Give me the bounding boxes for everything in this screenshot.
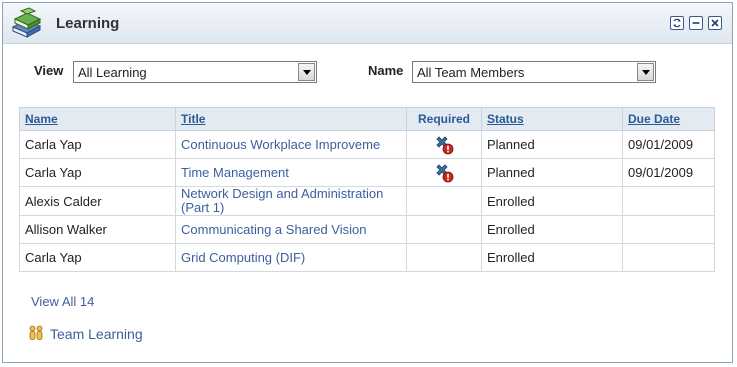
minimize-icon[interactable] (689, 16, 703, 30)
table-row: Carla Yap Time Management Planned 09/01/200… (19, 158, 715, 187)
cell-due-date (622, 243, 715, 272)
course-title-link[interactable]: Time Management (175, 158, 407, 187)
sort-by-name-link[interactable]: Name (25, 112, 58, 126)
view-label: View (34, 63, 64, 78)
course-title-link[interactable]: Continuous Workplace Improveme (175, 130, 407, 159)
cell-name: Allison Walker (19, 215, 176, 244)
cell-required (406, 130, 482, 159)
chevron-down-icon[interactable] (298, 63, 315, 81)
cell-required (406, 186, 482, 216)
table-header-row: Name Title Required Status Due Date (19, 107, 715, 131)
table-row: Allison Walker Communicating a Shared Vis… (19, 215, 715, 244)
column-header-title[interactable]: Title (175, 107, 407, 131)
required-icon (436, 135, 454, 154)
cell-name: Carla Yap (19, 130, 176, 159)
pagelet-title: Learning (56, 15, 120, 32)
filter-bar: View All Learning Name All Team Members (3, 61, 732, 87)
cell-name: Carla Yap (19, 243, 176, 272)
cell-status: Planned (481, 130, 623, 159)
sort-by-due-date-link[interactable]: Due Date (628, 112, 680, 126)
sort-by-title-link[interactable]: Title (181, 112, 205, 126)
cell-name: Alexis Calder (19, 186, 176, 216)
cell-due-date: 09/01/2009 (622, 130, 715, 159)
cell-status: Enrolled (481, 186, 623, 216)
view-all-link[interactable]: View All 14 (31, 294, 94, 309)
cell-required (406, 243, 482, 272)
table-row: Carla Yap Grid Computing (DIF) Enrolled (19, 243, 715, 272)
cell-due-date (622, 215, 715, 244)
team-learning-link[interactable]: Team Learning (28, 325, 143, 343)
header-buttons (670, 16, 722, 30)
team-icon (29, 325, 43, 340)
close-icon[interactable] (708, 16, 722, 30)
name-label: Name (368, 63, 404, 78)
cell-required (406, 158, 482, 187)
cell-status: Planned (481, 158, 623, 187)
course-title-link[interactable]: Grid Computing (DIF) (175, 243, 407, 272)
chevron-down-icon[interactable] (637, 63, 654, 81)
table-row: Alexis Calder Network Design and Administ… (19, 186, 715, 216)
course-title-link[interactable]: Communicating a Shared Vision (175, 215, 407, 244)
learning-pagelet: Learning View All Learning Name All Team… (2, 2, 733, 363)
view-select-value: All Learning (78, 65, 147, 80)
name-select[interactable]: All Team Members (412, 61, 656, 83)
name-select-value: All Team Members (417, 65, 525, 80)
view-select[interactable]: All Learning (73, 61, 317, 83)
books-icon (11, 7, 42, 38)
cell-required (406, 215, 482, 244)
course-title-link[interactable]: Network Design and Administration (Part … (175, 186, 407, 216)
refresh-icon[interactable] (670, 16, 684, 30)
table-row: Carla Yap Continuous Workplace Improveme P… (19, 130, 715, 159)
cell-due-date (622, 186, 715, 216)
cell-name: Carla Yap (19, 158, 176, 187)
learning-table: Name Title Required Status Due Date Carl… (19, 107, 715, 272)
column-header-status[interactable]: Status (481, 107, 623, 131)
sort-by-status-link[interactable]: Status (487, 112, 524, 126)
column-header-required: Required (406, 107, 482, 131)
cell-status: Enrolled (481, 215, 623, 244)
pagelet-header: Learning (3, 3, 732, 44)
team-learning-label[interactable]: Team Learning (50, 326, 143, 342)
cell-status: Enrolled (481, 243, 623, 272)
column-header-due-date[interactable]: Due Date (622, 107, 715, 131)
column-header-name[interactable]: Name (19, 107, 176, 131)
cell-due-date: 09/01/2009 (622, 158, 715, 187)
required-icon (436, 163, 454, 182)
